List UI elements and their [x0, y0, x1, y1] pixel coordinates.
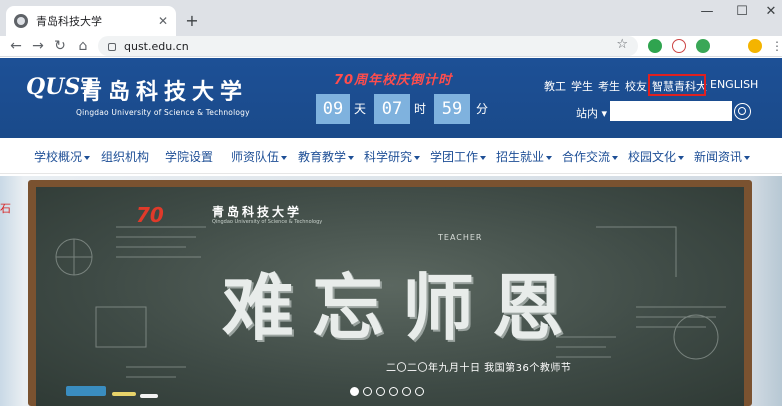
nav-label: 科学研究 — [364, 150, 413, 164]
extension-shield-icon[interactable] — [648, 39, 662, 53]
nav-item-research[interactable]: 科学研究 — [364, 148, 421, 165]
countdown-minutes: 59 — [434, 94, 470, 124]
logo-english-name: Qingdao University of Science & Technolo… — [76, 108, 250, 117]
link-applicants[interactable]: 考生 — [598, 78, 620, 94]
chevron-down-icon — [281, 155, 288, 160]
nav-item-education[interactable]: 教育教学 — [298, 148, 355, 165]
nav-label: 教育教学 — [298, 150, 347, 164]
nav-item-faculty[interactable]: 师资队伍 — [231, 148, 288, 165]
nav-label: 组织机构 — [101, 150, 150, 164]
link-alumni[interactable]: 校友 — [625, 78, 647, 94]
search-scope-dropdown[interactable]: 站内 ▾ — [576, 105, 607, 121]
countdown-minutes-unit: 分 — [476, 102, 489, 116]
nav-label: 师资队伍 — [231, 150, 280, 164]
logo-chinese-name[interactable]: 青岛科技大学 — [80, 74, 248, 106]
link-staff[interactable]: 教工 — [544, 78, 566, 94]
chevron-down-icon — [546, 155, 553, 160]
tab-title: 青岛科技大学 — [36, 15, 102, 28]
home-icon[interactable]: ⌂ — [73, 37, 93, 55]
reading-list-icon[interactable] — [727, 39, 741, 53]
prev-slide-peek: 石 — [0, 202, 11, 215]
search-input[interactable] — [610, 101, 732, 121]
countdown-title: 70周年校庆倒计时 — [334, 73, 453, 88]
url-text: qust.edu.cn — [124, 39, 189, 53]
chevron-down-icon — [612, 155, 619, 160]
nav-item-colleges[interactable]: 学院设置 — [165, 148, 213, 165]
countdown-days-unit: 天 — [354, 102, 367, 116]
slide-dot[interactable] — [363, 387, 372, 396]
eraser-decoration — [66, 386, 106, 396]
url-bar[interactable]: qust.edu.cn ☆ — [98, 36, 638, 56]
nav-item-overview[interactable]: 学校概况 — [34, 148, 91, 165]
nav-item-culture[interactable]: 校园文化 — [628, 148, 685, 165]
lock-icon — [108, 43, 116, 51]
close-tab-icon[interactable]: ✕ — [158, 14, 168, 28]
slide-pagination — [350, 387, 424, 396]
countdown-days: 09 — [316, 94, 350, 124]
minimize-icon[interactable]: — — [692, 4, 722, 19]
chevron-down-icon — [744, 155, 751, 160]
qust-logo-mark[interactable]: QUST — [26, 74, 97, 118]
bookmark-star-icon[interactable]: ☆ — [616, 37, 628, 52]
browser-tab-bar: 青岛科技大学 ✕ + — ☐ ✕ — [0, 0, 782, 36]
slide-dot[interactable] — [389, 387, 398, 396]
nav-label: 新闻资讯 — [694, 150, 743, 164]
slide-dot[interactable] — [415, 387, 424, 396]
browser-tab[interactable]: 青岛科技大学 ✕ — [6, 6, 176, 36]
slide-dot[interactable] — [402, 387, 411, 396]
chevron-down-icon — [414, 155, 421, 160]
chalk-yellow-decoration — [112, 392, 136, 396]
nav-label: 校园文化 — [628, 150, 677, 164]
maximize-icon[interactable]: ☐ — [727, 4, 757, 19]
address-toolbar: ← → ↻ ⌂ qust.edu.cn ☆ ⋮ — [0, 36, 782, 57]
slide-dot[interactable] — [376, 387, 385, 396]
nav-label: 学团工作 — [430, 150, 479, 164]
close-window-icon[interactable]: ✕ — [756, 4, 782, 19]
globe-icon — [14, 14, 28, 28]
chalk-doodles — [55, 226, 726, 378]
nav-item-student-affairs[interactable]: 学团工作 — [430, 148, 487, 165]
countdown-hours: 07 — [374, 94, 410, 124]
search-icon[interactable] — [734, 103, 751, 120]
menu-dots-icon[interactable]: ⋮ — [770, 39, 782, 53]
nav-item-admissions[interactable]: 招生就业 — [496, 148, 553, 165]
highlight-annotation-box — [648, 74, 706, 96]
nav-label: 学校概况 — [34, 150, 83, 164]
nav-item-cooperation[interactable]: 合作交流 — [562, 148, 619, 165]
slide-dot[interactable] — [350, 387, 359, 396]
chevron-down-icon — [348, 155, 355, 160]
nav-label: 合作交流 — [562, 150, 611, 164]
nav-label: 学院设置 — [165, 150, 214, 164]
link-english[interactable]: ENGLISH — [710, 78, 758, 91]
extension-evernote-icon[interactable] — [696, 39, 710, 53]
nav-item-organization[interactable]: 组织机构 — [101, 148, 149, 165]
chevron-down-icon — [678, 155, 685, 160]
banner-slide[interactable]: 70 青岛科技大学 Qingdao University of Science … — [36, 187, 744, 406]
nav-item-news[interactable]: 新闻资讯 — [694, 148, 751, 165]
chevron-down-icon — [84, 155, 91, 160]
back-icon[interactable]: ← — [6, 37, 26, 55]
main-nav: 学校概况 组织机构 学院设置 师资队伍 教育教学 科学研究 学团工作 招生就业 … — [0, 138, 782, 174]
new-tab-button[interactable]: + — [182, 11, 202, 31]
countdown-hours-unit: 时 — [414, 102, 427, 116]
chalk-white-decoration — [140, 394, 158, 398]
nav-label: 招生就业 — [496, 150, 545, 164]
profile-avatar-icon[interactable] — [748, 39, 762, 53]
site-header: QUST 青岛科技大学 Qingdao University of Scienc… — [0, 58, 782, 138]
link-students[interactable]: 学生 — [571, 78, 593, 94]
extension-clock-icon[interactable] — [672, 39, 686, 53]
forward-icon[interactable]: → — [28, 37, 48, 55]
reload-icon[interactable]: ↻ — [50, 37, 70, 55]
chevron-down-icon — [480, 155, 487, 160]
